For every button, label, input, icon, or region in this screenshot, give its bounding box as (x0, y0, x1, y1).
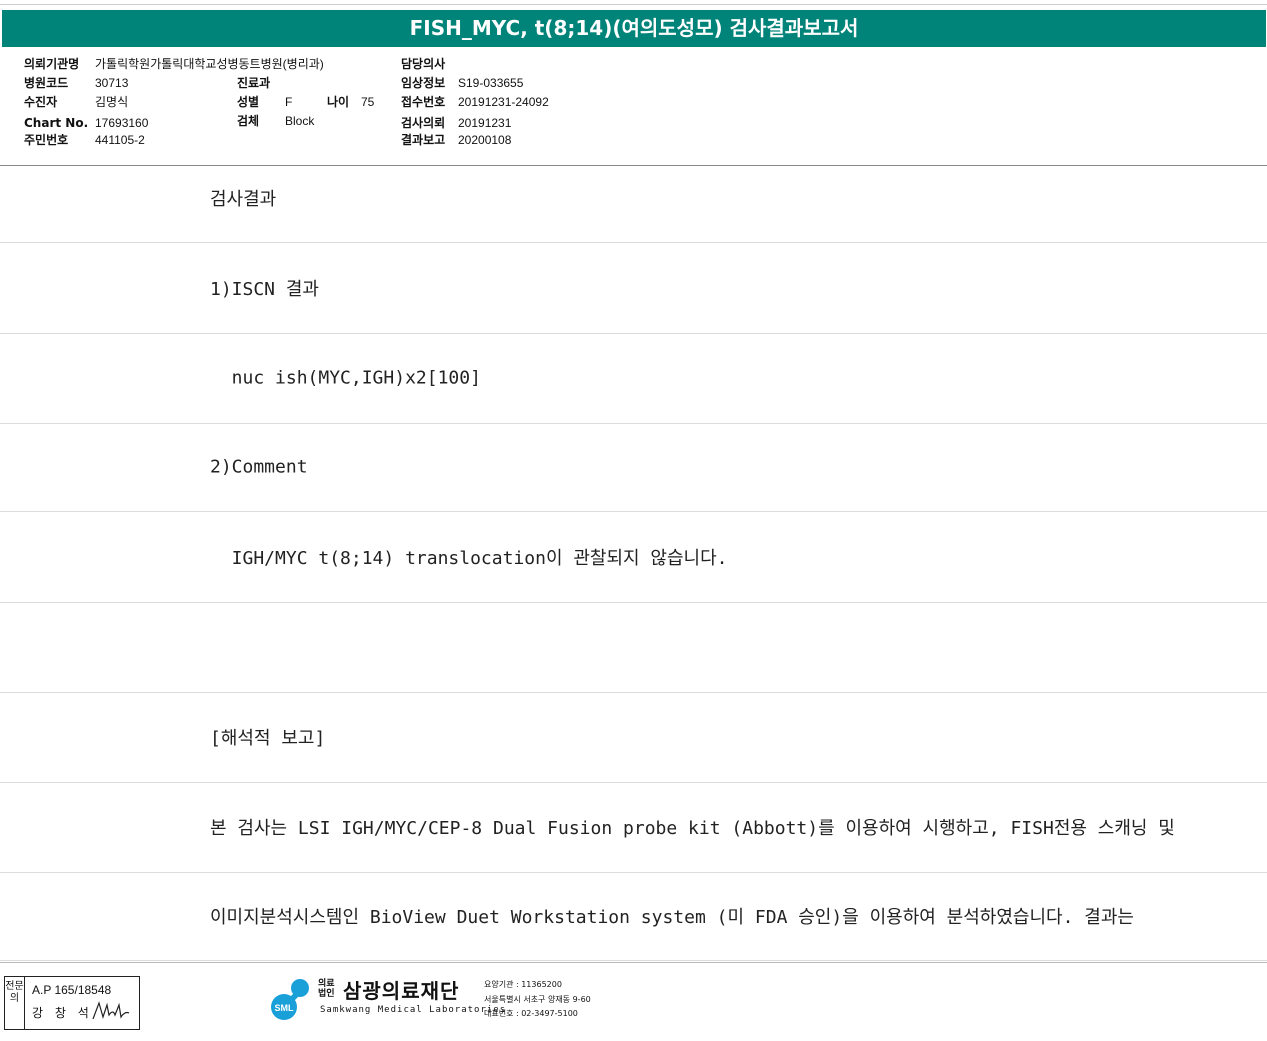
row-text: 본 검사는 LSI IGH/MYC/CEP-8 Dual Fusion prob… (210, 818, 1175, 839)
age-label: 나이 (327, 95, 350, 109)
sml-logo-icon: SML (271, 979, 309, 1020)
report-footer: 전문의 A.P 165/18548 강 창 석 SML 의료 법인 삼광의료재단… (0, 962, 1267, 1041)
table-row: IGH/MYC t(8;14) translocation이 관찰되지 않습니다… (0, 512, 1267, 603)
hospital-value: 가톨릭학원가톨릭대학교성병동트병원(병리과) (95, 57, 324, 71)
result-rows: 검사결과 1)ISCN 결과 nuc ish(MYC,IGH)x2[100] 2… (0, 168, 1267, 961)
chart-label: Chart No. (24, 116, 89, 130)
patient-info-section: 의뢰기관명 가톨릭학원가톨릭대학교성병동트병원(병리과) 담당의사 병원코드 3… (0, 47, 1267, 166)
clinical-value: S19-033655 (458, 76, 524, 90)
patient-label: 수진자 (24, 95, 58, 109)
stamp-side-label: 전문의 (5, 977, 25, 1029)
stamp-license: A.P 165/18548 (32, 983, 112, 997)
request-value: 20191231 (458, 116, 512, 130)
logo-text: SML (275, 1003, 295, 1013)
table-row: nuc ish(MYC,IGH)x2[100] (0, 333, 1267, 424)
row-text: [해석적 보고] (210, 728, 326, 749)
org-name: 삼광의료재단 (343, 979, 460, 1003)
org-phone: 대표번호 : 02-3497-5100 (484, 1009, 578, 1018)
stamp-name: 강 창 석 (32, 1006, 93, 1020)
report-title: FISH_MYC, t(8;14)(여의도성모) 검사결과보고서 (2, 10, 1266, 47)
org-prefix: 의료 법인 (318, 979, 335, 999)
table-row: 본 검사는 LSI IGH/MYC/CEP-8 Dual Fusion prob… (0, 782, 1267, 873)
pathologist-stamp: 전문의 A.P 165/18548 강 창 석 (4, 976, 140, 1030)
age-value: 75 (361, 95, 375, 109)
specimen-label: 검체 (237, 114, 260, 128)
id-label: 주민번호 (24, 133, 69, 147)
table-row: 2)Comment (0, 423, 1267, 512)
chart-value: 17693160 (95, 116, 149, 130)
report-label: 결과보고 (401, 133, 446, 147)
row-text: 2)Comment (210, 456, 308, 478)
row-text: 검사결과 (210, 189, 277, 210)
table-row: 이미지분석시스템인 BioView Duet Workstation syste… (0, 872, 1267, 961)
table-row (0, 602, 1267, 693)
org-english: Samkwang Medical Laboratories (320, 1005, 507, 1015)
org-address: 서울특별시 서초구 양재동 9-60 (484, 995, 591, 1004)
signature-icon (92, 1001, 130, 1020)
request-label: 검사의뢰 (401, 116, 446, 130)
table-row: [해석적 보고] (0, 692, 1267, 783)
sex-label: 성별 (237, 95, 260, 109)
sex-value: F (285, 95, 293, 109)
dept-label: 진료과 (237, 76, 271, 90)
receipt-value: 20191231-24092 (458, 95, 549, 109)
doctor-label: 담당의사 (401, 57, 446, 71)
id-value: 441105-2 (95, 133, 145, 147)
row-text: 이미지분석시스템인 BioView Duet Workstation syste… (210, 907, 1134, 928)
table-row: 검사결과 (0, 154, 1267, 243)
row-text: IGH/MYC t(8;14) translocation이 관찰되지 않습니다… (210, 548, 728, 569)
specimen-value: Block (285, 114, 315, 128)
top-border (0, 0, 1267, 5)
receipt-label: 접수번호 (401, 95, 446, 109)
code-value: 30713 (95, 76, 129, 90)
row-text: nuc ish(MYC,IGH)x2[100] (210, 367, 481, 389)
institution-code: 요양기관 : 11365200 (484, 980, 562, 989)
row-text: 1)ISCN 결과 (210, 279, 319, 300)
report-value: 20200108 (458, 133, 512, 147)
table-row: 1)ISCN 결과 (0, 243, 1267, 334)
clinical-label: 임상정보 (401, 76, 446, 90)
patient-value: 김명식 (95, 95, 129, 109)
hospital-label: 의뢰기관명 (24, 57, 80, 71)
code-label: 병원코드 (24, 76, 69, 90)
